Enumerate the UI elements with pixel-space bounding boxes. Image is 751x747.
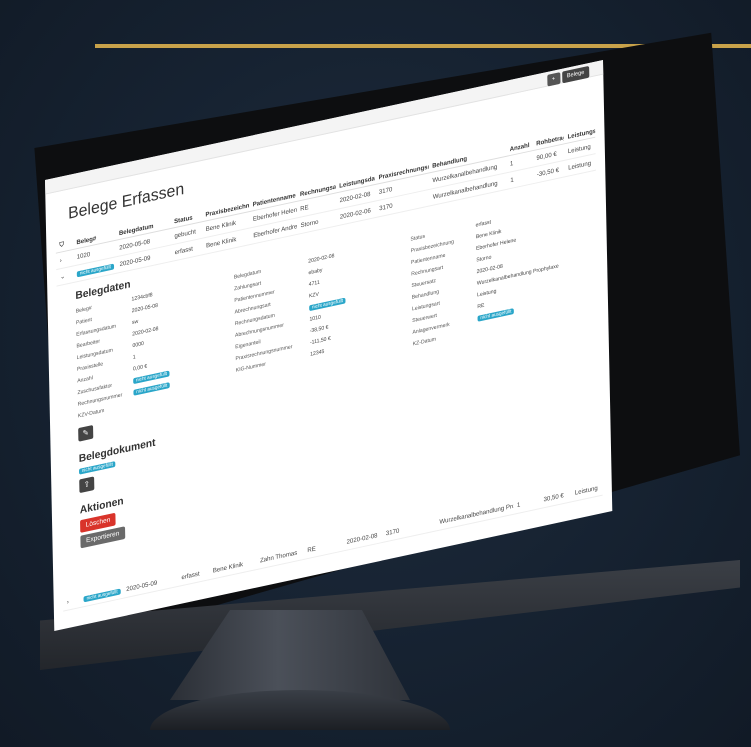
cell-leistungsart: Leistung [574, 484, 598, 497]
cell-praxis: Bene Klinik [212, 560, 244, 575]
expand-icon[interactable]: › [63, 594, 80, 608]
status-badge: nicht ausgefüllt [80, 585, 123, 605]
cell-leistung: 2020-02-08 [346, 531, 378, 546]
cell-art: RE [307, 545, 316, 554]
cell-betrag: 30,50 € [543, 491, 564, 503]
cell-anzahl: 1 [510, 176, 514, 184]
fields-left: Beleg# 1234cbf8 Patient 2020-05-08 Erfassu… [76, 276, 218, 442]
cell-leistungsart: Leistung [568, 159, 592, 172]
cell-rnr: 3170 [385, 527, 400, 537]
cell-patient: Zahn Thomas [259, 549, 298, 564]
expand-icon[interactable]: › [56, 252, 73, 266]
cell-datum: 2020-05-09 [126, 579, 158, 593]
fields-mid: Belegdatum 2020-02-08 Zahlungsart ebaby Pa… [234, 238, 395, 408]
cell-status: erfasst [181, 570, 200, 581]
actions: Löschen [80, 408, 601, 533]
cell-betrag: -30,50 € [536, 166, 560, 178]
upload-icon[interactable]: ⇪ [79, 476, 95, 494]
edit-icon[interactable]: ✎ [78, 424, 94, 442]
cell-behandlung: Wurzelkanalbehandlung Prophylaxe [439, 500, 514, 526]
cell-anzahl: 1 [516, 501, 521, 509]
fields-right: Status erfasst Praxisbezeichnung Bene Klin… [410, 200, 571, 370]
add-button[interactable]: + [547, 72, 561, 87]
monitor: + Belege Belege Erfassen ⛉ Beleg# Belegd… [0, 0, 751, 747]
cell-status: erfasst [174, 245, 193, 256]
collapse-icon[interactable]: ⌄ [56, 268, 73, 283]
